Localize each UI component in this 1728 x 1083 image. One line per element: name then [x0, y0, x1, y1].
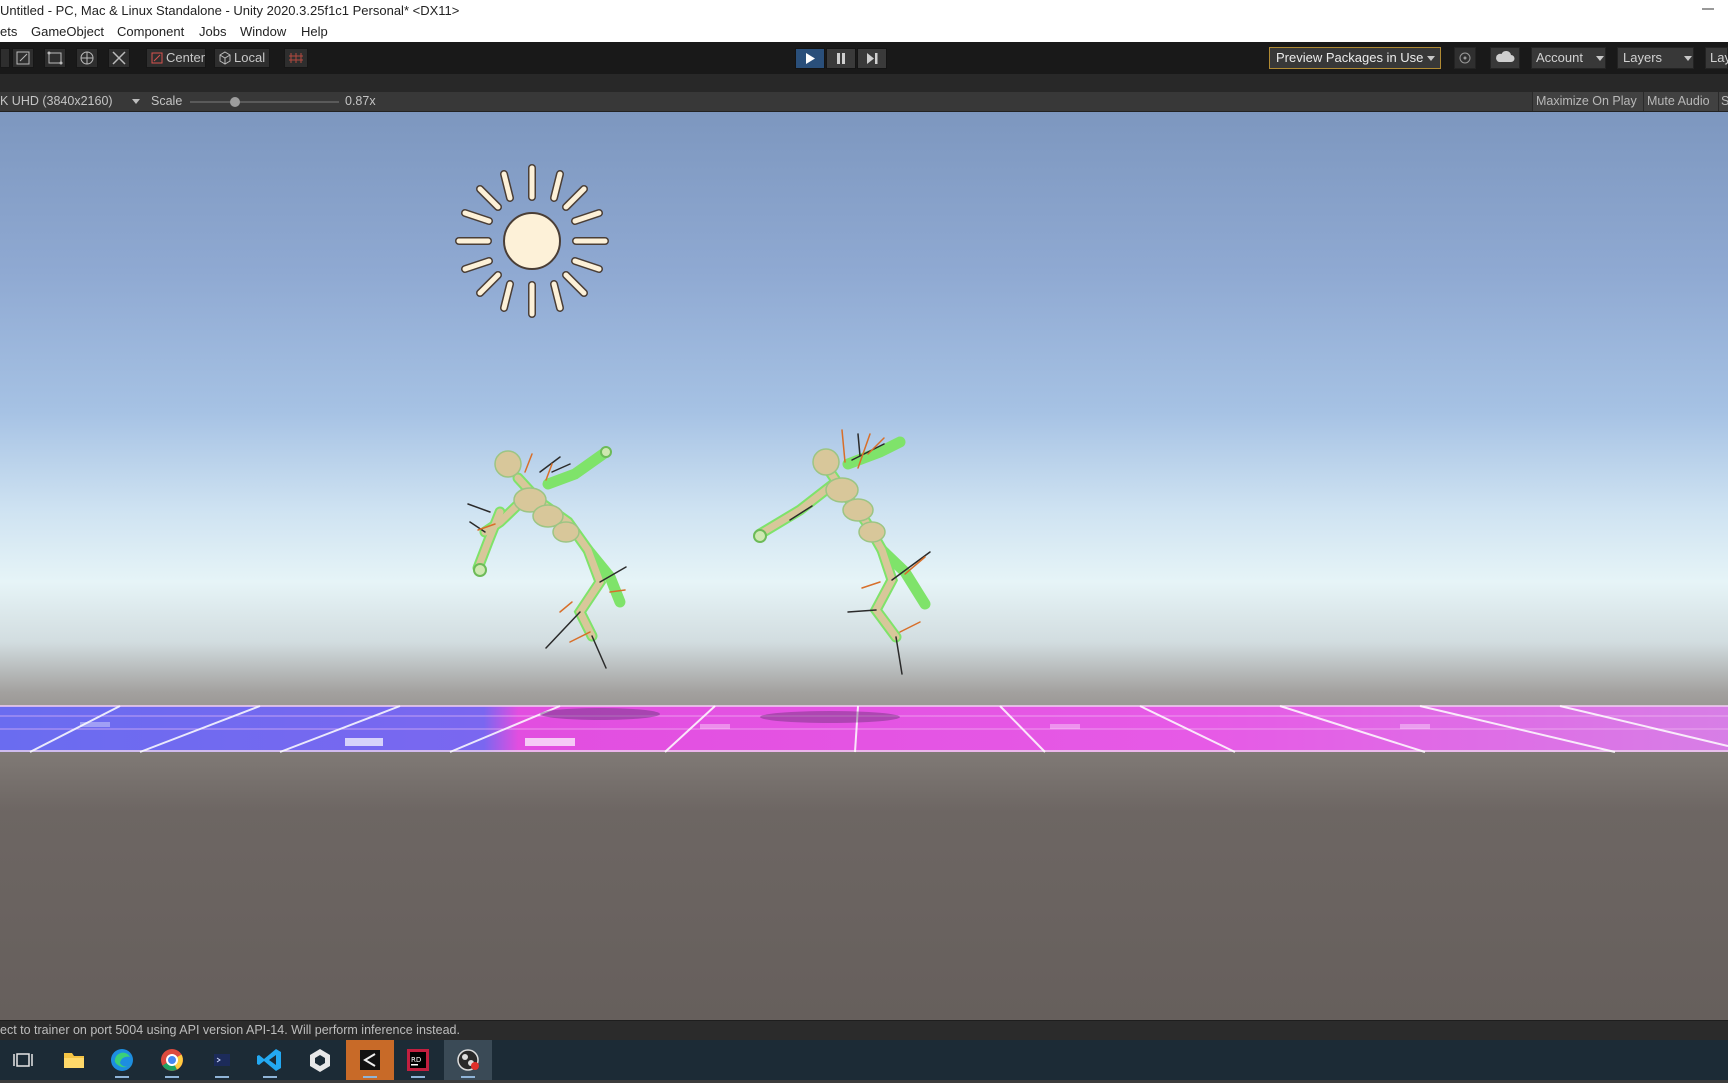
space-label: Local — [234, 50, 266, 65]
chevron-down-icon — [1684, 56, 1692, 61]
grid-snap-button[interactable] — [284, 48, 308, 68]
chrome-icon — [161, 1049, 183, 1071]
stats-toggle[interactable]: S — [1718, 92, 1728, 111]
cube-icon — [219, 51, 231, 65]
custom-tool-button[interactable] — [108, 48, 130, 68]
account-dropdown[interactable]: Account — [1531, 47, 1606, 69]
preview-packages-dropdown[interactable]: Preview Packages in Use — [1269, 47, 1441, 69]
main-toolbar: Center Local Preview Packages in Use Acc… — [0, 42, 1728, 74]
mute-audio-toggle[interactable]: Mute Audio — [1643, 92, 1720, 111]
play-icon — [806, 53, 815, 64]
cloud-icon — [1496, 50, 1515, 62]
vscode-icon — [257, 1049, 281, 1071]
collab-button[interactable] — [1454, 47, 1476, 69]
pivot-label: Center — [166, 50, 206, 65]
tools-icon — [112, 51, 126, 65]
taskbar-obs[interactable] — [444, 1040, 492, 1080]
cloud-button[interactable] — [1490, 47, 1520, 69]
sun-icon — [455, 164, 609, 318]
menu-component[interactable]: Component — [117, 24, 184, 39]
minimize-icon[interactable] — [1702, 4, 1714, 14]
layout-label: Lay — [1710, 50, 1728, 65]
chevron-down-icon — [1596, 56, 1604, 61]
scale-slider-handle[interactable] — [229, 97, 240, 107]
window-title: Untitled - PC, Mac & Linux Standalone - … — [0, 3, 460, 18]
step-icon — [867, 53, 878, 64]
play-button[interactable] — [795, 48, 825, 69]
maximize-on-play-toggle[interactable]: Maximize On Play — [1532, 92, 1645, 111]
pivot-center-button[interactable]: Center — [146, 48, 206, 68]
svg-text:RD: RD — [411, 1056, 421, 1064]
chevron-down-icon — [132, 99, 140, 104]
game-scene — [0, 164, 1728, 753]
scale-tool-button[interactable] — [12, 48, 34, 68]
layout-dropdown[interactable]: Lay — [1705, 47, 1728, 69]
transform-tool-icon — [80, 51, 94, 65]
window-title-bar: Untitled - PC, Mac & Linux Standalone - … — [0, 0, 1728, 22]
menu-assets[interactable]: ets — [0, 24, 17, 39]
menu-window[interactable]: Window — [240, 24, 286, 39]
scale-tool-icon — [16, 51, 30, 65]
chevron-down-icon — [1427, 56, 1435, 61]
edge-icon — [111, 1049, 133, 1071]
unity-hub-icon — [310, 1049, 330, 1072]
scale-slider[interactable] — [190, 97, 339, 107]
taskbar-unity-hub[interactable] — [296, 1040, 344, 1080]
taskbar-unity-editor[interactable] — [346, 1040, 394, 1080]
collab-icon — [1459, 52, 1471, 64]
layers-label: Layers — [1623, 50, 1663, 65]
pivot-icon — [151, 52, 163, 64]
scale-value: 0.87x — [345, 94, 376, 108]
taskbar-vscode[interactable] — [246, 1040, 294, 1080]
pause-button[interactable] — [826, 48, 856, 69]
unity-editor-icon — [360, 1050, 380, 1070]
menu-gameobject[interactable]: GameObject — [31, 24, 104, 39]
console-status-bar[interactable]: ect to trainer on port 5004 using API ve… — [0, 1020, 1728, 1040]
transform-tool-button[interactable] — [76, 48, 98, 68]
scale-label: Scale — [151, 94, 183, 108]
file-explorer-icon — [64, 1053, 84, 1068]
space-local-button[interactable]: Local — [214, 48, 270, 68]
game-view-toolbar: K UHD (3840x2160) Scale 0.87x Maximize O… — [0, 92, 1728, 112]
preview-packages-label: Preview Packages in Use — [1276, 50, 1424, 65]
taskbar-file-explorer[interactable] — [50, 1040, 98, 1080]
resolution-dropdown[interactable]: K UHD (3840x2160) — [0, 94, 113, 108]
taskbar-terminal[interactable] — [198, 1040, 246, 1080]
walker-agent-1 — [467, 446, 627, 669]
pause-icon — [837, 53, 845, 64]
step-button[interactable] — [857, 48, 887, 69]
layers-dropdown[interactable]: Layers — [1617, 47, 1694, 69]
grid-snap-icon — [289, 53, 303, 63]
console-status-message: ect to trainer on port 5004 using API ve… — [0, 1023, 460, 1037]
task-view-icon — [13, 1053, 33, 1067]
menu-bar: ets GameObject Component Jobs Window Hel… — [0, 22, 1728, 42]
windows-taskbar: RD — [0, 1040, 1728, 1080]
account-label: Account — [1536, 50, 1583, 65]
menu-help[interactable]: Help — [301, 24, 328, 39]
taskbar-chrome[interactable] — [148, 1040, 196, 1080]
training-floor — [0, 705, 1728, 753]
walker-agent-2 — [753, 429, 931, 675]
rect-tool-button[interactable] — [44, 48, 66, 68]
terminal-icon — [214, 1054, 230, 1066]
rider-icon: RD — [407, 1049, 429, 1071]
rect-tool-icon — [47, 51, 63, 65]
menu-jobs[interactable]: Jobs — [199, 24, 226, 39]
game-tab-strip — [0, 74, 1728, 92]
hand-tool-button[interactable] — [0, 48, 10, 68]
game-viewport[interactable] — [0, 112, 1728, 1020]
taskbar-rider[interactable]: RD — [394, 1040, 442, 1080]
obs-icon — [457, 1049, 479, 1071]
taskbar-edge[interactable] — [98, 1040, 146, 1080]
task-view-button[interactable] — [0, 1040, 48, 1080]
